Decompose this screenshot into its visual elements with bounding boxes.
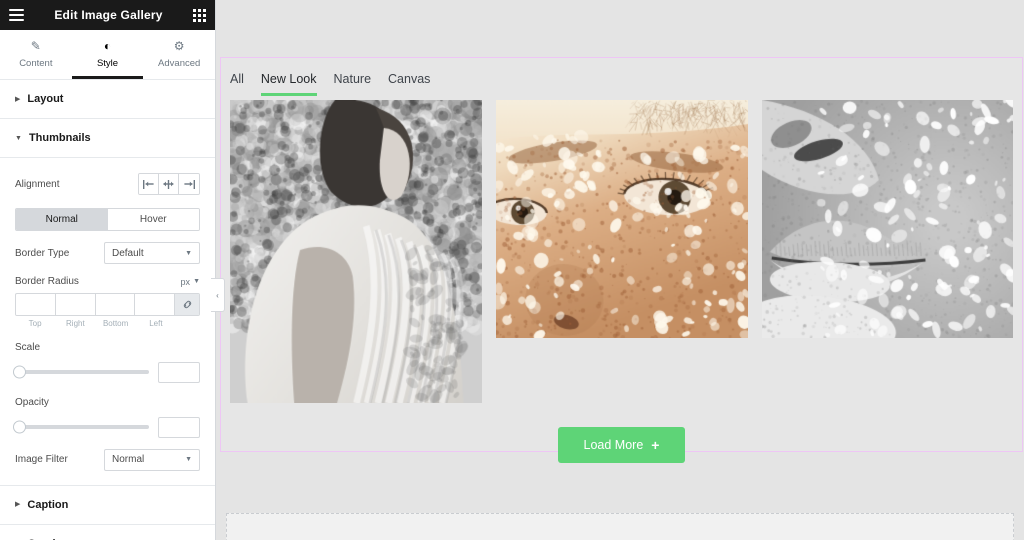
scale-slider[interactable] <box>13 365 149 379</box>
unit-value: px <box>180 276 191 287</box>
chevron-down-icon: ▼ <box>185 249 192 257</box>
hamburger-icon[interactable] <box>9 9 24 21</box>
panel-sections: ▶ Layout ▼ Thumbnails Alignment Normal H… <box>0 80 215 540</box>
label-right: Right <box>66 318 85 328</box>
load-more-button[interactable]: Load More + <box>557 427 686 463</box>
border-radius-row: Border Radius px ▼ <box>15 276 200 287</box>
filter-all[interactable]: All <box>230 72 244 96</box>
image-gallery-widget[interactable]: All New Look Nature Canvas Load More + <box>220 57 1023 463</box>
section-thumbnails[interactable]: ▼ Thumbnails <box>0 119 215 158</box>
label-top: Top <box>28 318 42 328</box>
chain-link-icon[interactable] <box>175 294 199 315</box>
section-overlay[interactable]: ▶ Overlay <box>0 524 215 540</box>
settings-panel: Edit Image Gallery ✎ Content ◐ Style ⚙ A… <box>0 0 216 540</box>
load-more-label: Load More <box>583 438 644 452</box>
panel-tabs: ✎ Content ◐ Style ⚙ Advanced <box>0 30 215 80</box>
image-filter-row: Image Filter Normal ▼ <box>15 448 200 471</box>
gallery-image-1[interactable] <box>230 100 483 403</box>
contrast-half-circle-icon: ◐ <box>103 39 112 53</box>
toggle-normal[interactable]: Normal <box>16 209 108 230</box>
tab-advanced[interactable]: ⚙ Advanced <box>143 30 215 79</box>
load-more-wrap: Load More + <box>221 427 1022 463</box>
scale-input[interactable] <box>159 363 199 383</box>
alignment-button-group <box>138 173 200 195</box>
border-type-row: Border Type Default ▼ <box>15 242 200 264</box>
border-type-select[interactable]: Default ▼ <box>104 242 200 264</box>
border-radius-left-input[interactable] <box>135 294 174 315</box>
border-radius-top-input[interactable] <box>16 294 55 315</box>
opacity-slider-handle[interactable] <box>13 420 26 434</box>
label-bottom: Bottom <box>102 318 129 328</box>
border-type-value: Default <box>112 247 144 259</box>
chevron-down-icon: ▼ <box>15 134 22 142</box>
align-left-icon[interactable] <box>139 174 159 194</box>
filter-nature[interactable]: Nature <box>334 72 372 96</box>
label-spacer <box>176 319 200 328</box>
editor-canvas: All New Look Nature Canvas Load More + <box>216 0 1024 540</box>
border-radius-bottom-cell <box>95 294 136 315</box>
filter-canvas[interactable]: Canvas <box>388 72 430 96</box>
chevron-down-icon: ▼ <box>193 278 200 285</box>
tab-content-label: Content <box>19 58 53 69</box>
image-filter-select[interactable]: Normal ▼ <box>104 448 200 471</box>
filter-new-look[interactable]: New Look <box>260 72 317 96</box>
label-left: Left <box>149 318 163 328</box>
opacity-slider[interactable] <box>13 420 149 434</box>
scale-number-box <box>158 361 200 383</box>
panel-header: Edit Image Gallery <box>0 0 215 30</box>
image-filter-value: Normal <box>112 454 145 465</box>
border-type-label: Border Type <box>15 247 70 259</box>
border-radius-inputs <box>15 293 200 316</box>
section-caption[interactable]: ▶ Caption <box>0 485 215 525</box>
chevron-right-icon: ▶ <box>15 95 21 103</box>
alignment-row: Alignment <box>15 173 200 195</box>
scale-slider-row <box>13 361 200 383</box>
border-radius-label: Border Radius <box>15 276 79 287</box>
toggle-hover[interactable]: Hover <box>107 209 199 230</box>
thumbnails-controls: Alignment Normal Hover Border Type Defau… <box>0 158 215 486</box>
gallery-grid <box>221 100 1022 403</box>
section-layout-label: Layout <box>27 93 64 105</box>
scale-slider-handle[interactable] <box>13 365 26 379</box>
opacity-number-box <box>158 416 200 438</box>
plus-icon: + <box>651 437 660 453</box>
chevron-right-icon: ▶ <box>15 501 21 508</box>
panel-collapse-handle[interactable]: ‹ <box>211 278 225 312</box>
alignment-label: Alignment <box>15 178 60 190</box>
border-radius-right-input[interactable] <box>55 294 95 315</box>
gallery-filter-bar: All New Look Nature Canvas <box>221 58 1022 96</box>
border-radius-right-cell <box>55 294 96 315</box>
tab-style-label: Style <box>96 58 119 69</box>
tab-advanced-label: Advanced <box>158 58 201 69</box>
canvas-dropzone[interactable] <box>226 513 1014 540</box>
section-caption-label: Caption <box>27 498 69 511</box>
panel-title: Edit Image Gallery <box>54 8 163 22</box>
align-right-icon[interactable] <box>179 174 199 194</box>
tab-content[interactable]: ✎ Content <box>0 30 72 79</box>
section-layout[interactable]: ▶ Layout <box>0 80 215 119</box>
elementor-editor: Edit Image Gallery ✎ Content ◐ Style ⚙ A… <box>0 0 1024 540</box>
border-radius-bottom-input[interactable] <box>95 294 135 315</box>
tab-style[interactable]: ◐ Style <box>71 30 144 79</box>
border-radius-labels: Top Right Bottom Left <box>15 319 200 328</box>
opacity-slider-row <box>13 416 200 438</box>
pencil-icon: ✎ <box>30 39 41 53</box>
border-radius-left-cell <box>135 294 175 315</box>
opacity-label: Opacity <box>15 396 49 408</box>
state-toggle-group: Normal Hover <box>15 208 200 231</box>
align-center-icon[interactable] <box>159 174 179 194</box>
chevron-down-icon: ▼ <box>185 456 192 463</box>
gallery-image-3[interactable] <box>761 100 1013 338</box>
section-thumbnails-label: Thumbnails <box>28 132 91 144</box>
scale-label: Scale <box>15 341 41 353</box>
unit-selector[interactable]: px ▼ <box>181 277 200 287</box>
opacity-input[interactable] <box>159 418 199 438</box>
border-radius-top-cell <box>16 294 56 315</box>
gallery-image-2[interactable] <box>496 100 748 338</box>
grid-apps-icon[interactable] <box>193 8 206 22</box>
image-filter-label: Image Filter <box>15 454 68 465</box>
gear-icon: ⚙ <box>173 39 185 53</box>
